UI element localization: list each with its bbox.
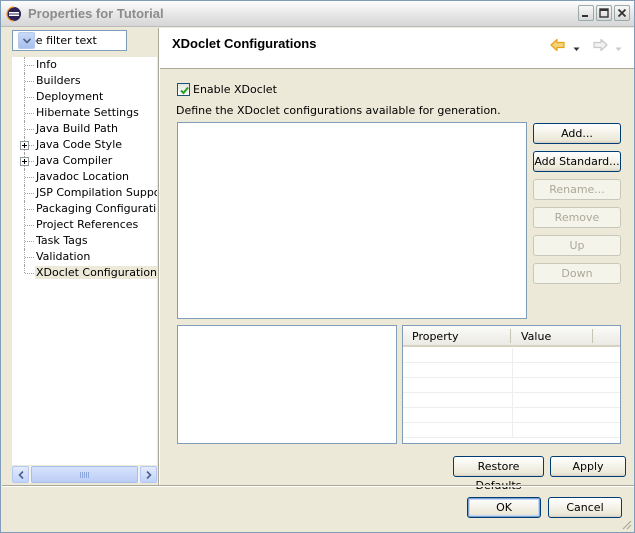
- tree-item-label: Project References: [36, 218, 139, 231]
- tree-item-label: Deployment: [36, 90, 104, 103]
- configurations-list[interactable]: [177, 122, 527, 319]
- tree-item-javadoc-location[interactable]: Javadoc Location: [12, 169, 157, 185]
- rename-button[interactable]: Rename...: [533, 179, 621, 200]
- tree-horizontal-scrollbar[interactable]: [12, 466, 157, 483]
- resize-grip-icon[interactable]: [620, 518, 632, 530]
- close-button[interactable]: [614, 5, 630, 21]
- table-row[interactable]: [403, 393, 620, 408]
- apply-button[interactable]: Apply: [550, 456, 626, 477]
- properties-dialog: Properties for Tutorial type filter text…: [0, 0, 635, 533]
- scroll-right-button[interactable]: [140, 466, 157, 483]
- doclet-list[interactable]: [177, 325, 397, 444]
- restore-defaults-button[interactable]: Restore Defaults: [453, 456, 544, 492]
- tree-item-label: Builders: [36, 74, 81, 87]
- tree-item-label: Packaging Configurations: [36, 202, 157, 215]
- expand-icon[interactable]: [20, 157, 29, 166]
- close-icon: [617, 8, 627, 18]
- checkmark-icon: [180, 86, 189, 95]
- footer-separator: [2, 485, 634, 487]
- dropdown-arrow-icon: [573, 47, 580, 51]
- back-history-dropdown[interactable]: [573, 42, 580, 51]
- filter-input[interactable]: type filter text: [12, 30, 127, 51]
- page-header: XDoclet Configurations: [160, 28, 634, 69]
- forward-arrow-icon: [593, 38, 608, 52]
- chevron-left-icon: [18, 471, 24, 479]
- enable-xdoclet-label: Enable XDoclet: [193, 83, 277, 96]
- tree-item-label: Javadoc Location: [36, 170, 130, 183]
- chevron-right-icon: [146, 471, 152, 479]
- column-header-value[interactable]: Value: [521, 330, 551, 343]
- back-button[interactable]: [549, 36, 567, 54]
- minimize-icon: [582, 15, 588, 17]
- tree-item-label: Java Build Path: [36, 122, 119, 135]
- property-table[interactable]: Property Value: [402, 325, 621, 444]
- up-button[interactable]: Up: [533, 235, 621, 256]
- tree-item-label: Java Compiler: [36, 154, 113, 167]
- tree-item-label: JSP Compilation Support: [36, 186, 157, 199]
- column-header-property[interactable]: Property: [412, 330, 459, 343]
- tree-item-builders[interactable]: Builders: [12, 73, 157, 89]
- table-row[interactable]: [403, 408, 620, 423]
- page-description: Define the XDoclet configurations availa…: [176, 104, 501, 117]
- remove-button[interactable]: Remove: [533, 207, 621, 228]
- page-title: XDoclet Configurations: [172, 36, 317, 51]
- tree-item-jsp-compilation-support[interactable]: JSP Compilation Support: [12, 185, 157, 201]
- property-tree[interactable]: Info Builders Deployment Hibernate Setti…: [12, 57, 157, 465]
- tree-item-java-build-path[interactable]: Java Build Path: [12, 121, 157, 137]
- add-button[interactable]: Add...: [533, 123, 621, 144]
- expand-icon[interactable]: [20, 141, 29, 150]
- forward-history-dropdown[interactable]: [615, 42, 622, 51]
- tree-item-packaging-configurations[interactable]: Packaging Configurations: [12, 201, 157, 217]
- tree-item-label: Java Code Style: [36, 138, 123, 151]
- tree-item-deployment[interactable]: Deployment: [12, 89, 157, 105]
- tree-item-xdoclet-configurations[interactable]: XDoclet Configurations: [12, 265, 157, 281]
- property-table-header: Property Value: [403, 326, 620, 347]
- tree-item-hibernate-settings[interactable]: Hibernate Settings: [12, 105, 157, 121]
- tree-item-label: Validation: [36, 250, 91, 263]
- tree-item-project-references[interactable]: Project References: [12, 217, 157, 233]
- table-row[interactable]: [403, 363, 620, 378]
- tree-item-label: XDoclet Configurations: [35, 266, 157, 279]
- scrollbar-thumb[interactable]: [31, 466, 138, 483]
- tree-item-task-tags[interactable]: Task Tags: [12, 233, 157, 249]
- table-row[interactable]: [403, 423, 620, 438]
- tree-item-label: Info: [36, 58, 57, 71]
- title-bar[interactable]: Properties for Tutorial: [1, 1, 634, 27]
- pane-splitter[interactable]: [158, 28, 160, 485]
- dropdown-arrow-icon: [615, 47, 622, 51]
- ok-button[interactable]: OK: [467, 497, 541, 518]
- tree-item-validation[interactable]: Validation: [12, 249, 157, 265]
- tree-item-info[interactable]: Info: [12, 57, 157, 73]
- filter-dropdown-button[interactable]: [18, 32, 35, 49]
- minimize-button[interactable]: [578, 5, 594, 21]
- tree-item-label: Task Tags: [36, 234, 88, 247]
- maximize-icon: [599, 8, 609, 18]
- tree-item-java-code-style[interactable]: Java Code Style: [12, 137, 157, 153]
- window-title: Properties for Tutorial: [28, 6, 164, 21]
- maximize-button[interactable]: [596, 5, 612, 21]
- table-row[interactable]: [403, 378, 620, 393]
- back-arrow-icon: [550, 38, 565, 52]
- table-row[interactable]: [403, 348, 620, 363]
- tree-item-java-compiler[interactable]: Java Compiler: [12, 153, 157, 169]
- checkbox-box[interactable]: [177, 83, 190, 96]
- tree-item-label: Hibernate Settings: [36, 106, 139, 119]
- chevron-down-icon: [23, 38, 31, 44]
- cancel-button[interactable]: Cancel: [548, 497, 622, 518]
- down-button[interactable]: Down: [533, 263, 621, 284]
- eclipse-icon: [6, 6, 22, 22]
- forward-button[interactable]: [591, 36, 609, 54]
- add-standard-button[interactable]: Add Standard...: [533, 151, 621, 172]
- scroll-left-button[interactable]: [12, 466, 29, 483]
